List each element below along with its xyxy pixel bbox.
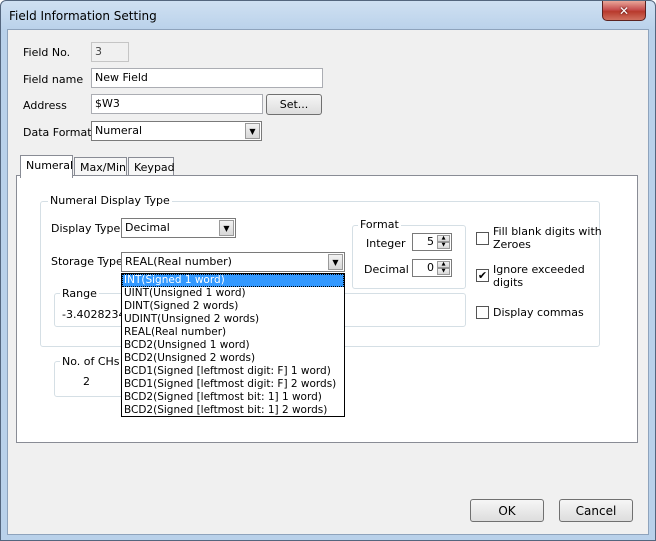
cancel-button[interactable]: Cancel	[559, 499, 633, 522]
field-no-label: Field No.	[23, 46, 71, 59]
tab-numeral[interactable]: Numeral	[20, 155, 73, 178]
decimal-value: 0	[427, 261, 434, 274]
display-type-value: Decimal	[125, 221, 170, 234]
fill-blank-label-line1: Fill blank digits with	[493, 225, 602, 238]
display-commas-checkbox[interactable]	[476, 306, 489, 319]
storage-type-value: REAL(Real number)	[125, 255, 232, 268]
tab-keypad-label: Keypad	[134, 161, 175, 174]
list-item[interactable]: UINT(Unsigned 1 word)	[122, 287, 344, 300]
field-no-input: 3	[91, 42, 129, 62]
ok-button-label: OK	[498, 503, 516, 518]
integer-spinner[interactable]: 5 ▲ ▼	[412, 233, 452, 251]
spin-up-icon[interactable]: ▲	[437, 261, 450, 268]
set-button-label: Set...	[279, 98, 309, 111]
decimal-spinner[interactable]: 0 ▲ ▼	[412, 259, 452, 277]
tab-max-min-label: Max/Min	[80, 161, 126, 174]
list-item[interactable]: BCD2(Signed [leftmost bit: 1] 2 words)	[122, 404, 344, 417]
ignore-exceeded-label-line2: digits	[493, 276, 524, 289]
list-item[interactable]: BCD2(Signed [leftmost bit: 1] 1 word)	[122, 391, 344, 404]
list-item[interactable]: UDINT(Unsigned 2 words)	[122, 313, 344, 326]
spin-down-icon[interactable]: ▼	[437, 242, 450, 249]
numeral-display-group-title: Numeral Display Type	[48, 194, 172, 207]
set-button[interactable]: Set...	[266, 94, 322, 115]
format-group-title: Format	[358, 218, 401, 231]
storage-type-label: Storage Type	[51, 255, 123, 268]
data-format-select[interactable]: Numeral ▼	[91, 121, 262, 141]
display-commas-label: Display commas	[493, 306, 584, 319]
chevron-down-icon: ▼	[245, 123, 260, 139]
list-item[interactable]: BCD1(Signed [leftmost digit: F] 1 word)	[122, 365, 344, 378]
data-format-label: Data Format	[23, 126, 92, 139]
channels-group-title: No. of CHs	[60, 355, 122, 368]
fill-blank-checkbox[interactable]	[476, 232, 489, 245]
field-name-label: Field name	[23, 73, 84, 86]
range-group-title: Range	[60, 287, 99, 300]
list-item[interactable]: INT(Signed 1 word)	[122, 274, 344, 287]
list-item[interactable]: BCD1(Signed [leftmost digit: F] 2 words)	[122, 378, 344, 391]
storage-type-select[interactable]: REAL(Real number) ▼	[121, 252, 345, 272]
list-item[interactable]: DINT(Signed 2 words)	[122, 300, 344, 313]
chevron-down-icon: ▼	[328, 254, 343, 270]
storage-type-dropdown-list[interactable]: INT(Signed 1 word) UINT(Unsigned 1 word)…	[121, 273, 345, 417]
list-item[interactable]: BCD2(Unsigned 1 word)	[122, 339, 344, 352]
check-mark-icon: ✔	[477, 269, 488, 282]
ok-button[interactable]: OK	[470, 499, 544, 522]
address-input[interactable]: $W3	[91, 94, 263, 114]
data-format-value: Numeral	[95, 124, 143, 137]
ignore-exceeded-label: Ignore exceeded digits	[493, 263, 585, 289]
fill-blank-label: Fill blank digits with Zeroes	[493, 225, 602, 251]
tab-numeral-label: Numeral	[26, 159, 74, 172]
ignore-exceeded-checkbox[interactable]: ✔	[476, 269, 489, 282]
decimal-label: Decimal	[364, 263, 409, 276]
spin-down-icon[interactable]: ▼	[437, 268, 450, 275]
address-label: Address	[23, 99, 67, 112]
ignore-exceeded-label-line1: Ignore exceeded	[493, 263, 585, 276]
display-type-select[interactable]: Decimal ▼	[121, 218, 236, 238]
fill-blank-label-line2: Zeroes	[493, 238, 531, 251]
integer-label: Integer	[366, 237, 406, 250]
list-item[interactable]: REAL(Real number)	[122, 326, 344, 339]
close-button[interactable]: ✕	[602, 1, 646, 21]
window-title: Field Information Setting	[9, 9, 157, 23]
spin-up-icon[interactable]: ▲	[437, 235, 450, 242]
close-icon: ✕	[618, 3, 630, 18]
integer-value: 5	[427, 235, 434, 248]
cancel-button-label: Cancel	[575, 503, 617, 518]
channels-value: 2	[83, 375, 90, 388]
field-name-input[interactable]: New Field	[91, 68, 323, 88]
display-type-label: Display Type	[51, 222, 121, 235]
chevron-down-icon: ▼	[219, 220, 234, 236]
list-item[interactable]: BCD2(Unsigned 2 words)	[122, 352, 344, 365]
